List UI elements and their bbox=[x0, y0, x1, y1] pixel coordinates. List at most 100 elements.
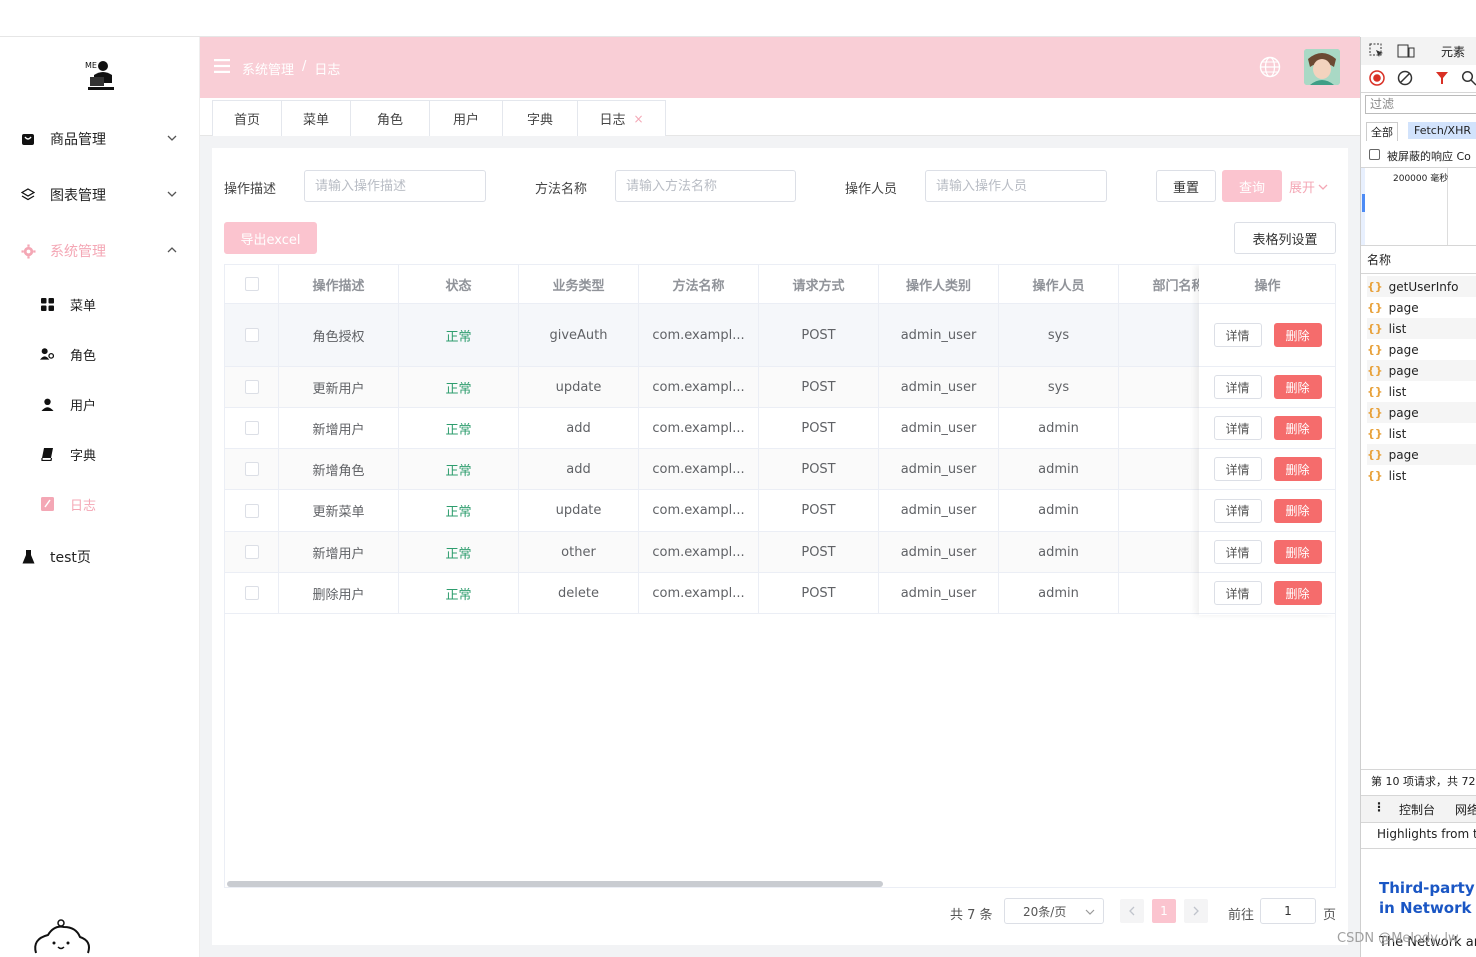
network-request-row[interactable]: {} list bbox=[1367, 381, 1476, 402]
export-excel-button[interactable]: 导出excel bbox=[224, 222, 317, 254]
delete-button[interactable]: 删除 bbox=[1273, 457, 1322, 481]
tab-label: 菜单 bbox=[302, 113, 329, 128]
column-header: 操作 bbox=[1199, 265, 1335, 304]
sidebar-item-dict[interactable]: 字典 bbox=[0, 434, 200, 474]
row-checkbox[interactable] bbox=[244, 380, 259, 394]
detail-button[interactable]: 详情 bbox=[1213, 375, 1262, 399]
page-size-select[interactable]: 20条/页 bbox=[1004, 898, 1104, 924]
goto-page-input[interactable]: 1 bbox=[1260, 898, 1316, 924]
expand-label: 展开 bbox=[1289, 181, 1316, 196]
table-cell: admin_user bbox=[879, 304, 999, 366]
drawer-tab-network[interactable]: 网络 bbox=[1455, 801, 1476, 818]
tab-label: 字典 bbox=[526, 113, 553, 128]
row-checkbox[interactable] bbox=[244, 503, 259, 518]
reset-button[interactable]: 重置 bbox=[1156, 170, 1216, 202]
method-input[interactable] bbox=[615, 170, 796, 202]
menu-test[interactable]: test页 bbox=[0, 537, 200, 577]
operations-cell: 详情 删除 bbox=[1199, 408, 1335, 449]
device-toolbar-icon[interactable] bbox=[1397, 43, 1415, 59]
network-request-row[interactable]: {} page bbox=[1367, 444, 1476, 465]
horizontal-scrollbar[interactable] bbox=[227, 881, 883, 887]
tab-menu[interactable]: 菜单 bbox=[281, 100, 351, 136]
network-request-row[interactable]: {} page bbox=[1367, 402, 1476, 423]
detail-button[interactable]: 详情 bbox=[1213, 323, 1262, 347]
more-options-icon[interactable]: ⋮ bbox=[1373, 800, 1385, 814]
avatar[interactable] bbox=[1304, 49, 1340, 85]
network-request-row[interactable]: {} page bbox=[1367, 360, 1476, 381]
detail-button[interactable]: 详情 bbox=[1213, 581, 1262, 605]
page-number-current[interactable]: 1 bbox=[1152, 899, 1176, 923]
detail-button[interactable]: 详情 bbox=[1213, 457, 1262, 481]
filter-icon[interactable] bbox=[1435, 70, 1449, 86]
name-column-header[interactable]: 名称 bbox=[1361, 251, 1476, 271]
delete-button[interactable]: 删除 bbox=[1273, 323, 1322, 347]
delete-button[interactable]: 删除 bbox=[1273, 581, 1322, 605]
devtools-filter-input[interactable]: 过滤 bbox=[1361, 95, 1476, 115]
network-request-row[interactable]: {} list bbox=[1367, 465, 1476, 486]
row-checkbox[interactable] bbox=[244, 421, 259, 435]
record-icon[interactable] bbox=[1369, 70, 1385, 86]
log-table: 操作描述 状态 业务类型 方法名称 请求方式 操作人类别 操作人员 部门名称 角… bbox=[224, 264, 1336, 888]
tab-home[interactable]: 首页 bbox=[212, 100, 282, 136]
network-request-row[interactable]: {} list bbox=[1367, 423, 1476, 444]
row-checkbox[interactable] bbox=[244, 545, 259, 559]
tab-user[interactable]: 用户 bbox=[429, 100, 503, 136]
menu-system[interactable]: 系统管理 bbox=[0, 231, 200, 271]
drawer-tabs: ⋮ 控制台 网络 bbox=[1361, 796, 1476, 822]
clear-icon[interactable] bbox=[1397, 70, 1413, 86]
filter-all-button[interactable]: 全部 bbox=[1366, 122, 1398, 141]
search-button[interactable]: 查询 bbox=[1222, 170, 1282, 202]
chevron-down-icon bbox=[167, 135, 177, 141]
network-request-row[interactable]: {} getUserInfo bbox=[1367, 276, 1476, 297]
close-icon[interactable]: × bbox=[633, 112, 643, 126]
breadcrumb-item: 日志 bbox=[314, 63, 341, 78]
prev-page-button[interactable] bbox=[1120, 899, 1144, 923]
user-gear-icon bbox=[40, 347, 54, 361]
column-settings-button[interactable]: 表格列设置 bbox=[1234, 222, 1336, 254]
drawer-tab-console[interactable]: 控制台 bbox=[1399, 801, 1435, 818]
delete-button[interactable]: 删除 bbox=[1273, 498, 1322, 523]
globe-icon[interactable] bbox=[1259, 56, 1281, 78]
whats-new-title[interactable]: Third-party c bbox=[1361, 879, 1476, 901]
row-checkbox[interactable] bbox=[244, 328, 259, 342]
devtools-tab-elements[interactable]: 元素 bbox=[1441, 43, 1465, 60]
gear-icon bbox=[20, 243, 36, 259]
wallet-icon bbox=[20, 131, 36, 147]
menu-charts[interactable]: 图表管理 bbox=[0, 175, 200, 215]
tab-role[interactable]: 角色 bbox=[350, 100, 430, 136]
whats-new-title-2[interactable]: in Network a bbox=[1361, 899, 1476, 921]
filter-fetch-xhr-button[interactable]: Fetch/XHR bbox=[1408, 122, 1476, 139]
network-request-row[interactable]: {} page bbox=[1367, 297, 1476, 318]
tab-log[interactable]: 日志 × bbox=[577, 100, 666, 136]
row-checkbox[interactable] bbox=[244, 586, 259, 600]
inspect-icon[interactable] bbox=[1369, 43, 1385, 59]
detail-button[interactable]: 详情 bbox=[1213, 540, 1262, 564]
delete-button[interactable]: 删除 bbox=[1273, 416, 1322, 440]
table-cell: POST bbox=[759, 449, 879, 489]
column-header: 业务类型 bbox=[519, 265, 639, 303]
delete-button[interactable]: 删除 bbox=[1273, 375, 1322, 399]
network-request-row[interactable]: {} page bbox=[1367, 339, 1476, 360]
row-checkbox[interactable] bbox=[244, 462, 259, 476]
blocked-responses-checkbox[interactable] bbox=[1369, 149, 1380, 160]
sidebar-item-user[interactable]: 用户 bbox=[0, 384, 200, 424]
sidebar-item-role[interactable]: 角色 bbox=[0, 334, 200, 374]
next-page-button[interactable] bbox=[1184, 899, 1208, 923]
table-cell: admin_user bbox=[879, 449, 999, 489]
expand-toggle[interactable]: 展开 bbox=[1289, 177, 1329, 196]
select-all-checkbox[interactable] bbox=[244, 277, 259, 291]
tab-dict[interactable]: 字典 bbox=[502, 100, 578, 136]
chevron-up-icon bbox=[167, 247, 177, 253]
op-desc-input[interactable] bbox=[304, 170, 486, 202]
detail-button[interactable]: 详情 bbox=[1213, 416, 1262, 440]
network-request-row[interactable]: {} list bbox=[1367, 318, 1476, 339]
delete-button[interactable]: 删除 bbox=[1273, 540, 1322, 564]
sidebar-item-log[interactable]: 日志 bbox=[0, 484, 200, 524]
hamburger-icon[interactable] bbox=[214, 59, 230, 73]
detail-button[interactable]: 详情 bbox=[1213, 498, 1262, 523]
menu-product[interactable]: 商品管理 bbox=[0, 119, 200, 159]
search-icon[interactable] bbox=[1461, 70, 1476, 86]
sidebar-item-menu[interactable]: 菜单 bbox=[0, 284, 200, 324]
operator-input[interactable] bbox=[925, 170, 1107, 202]
breadcrumb-item[interactable]: 系统管理 bbox=[242, 59, 294, 78]
